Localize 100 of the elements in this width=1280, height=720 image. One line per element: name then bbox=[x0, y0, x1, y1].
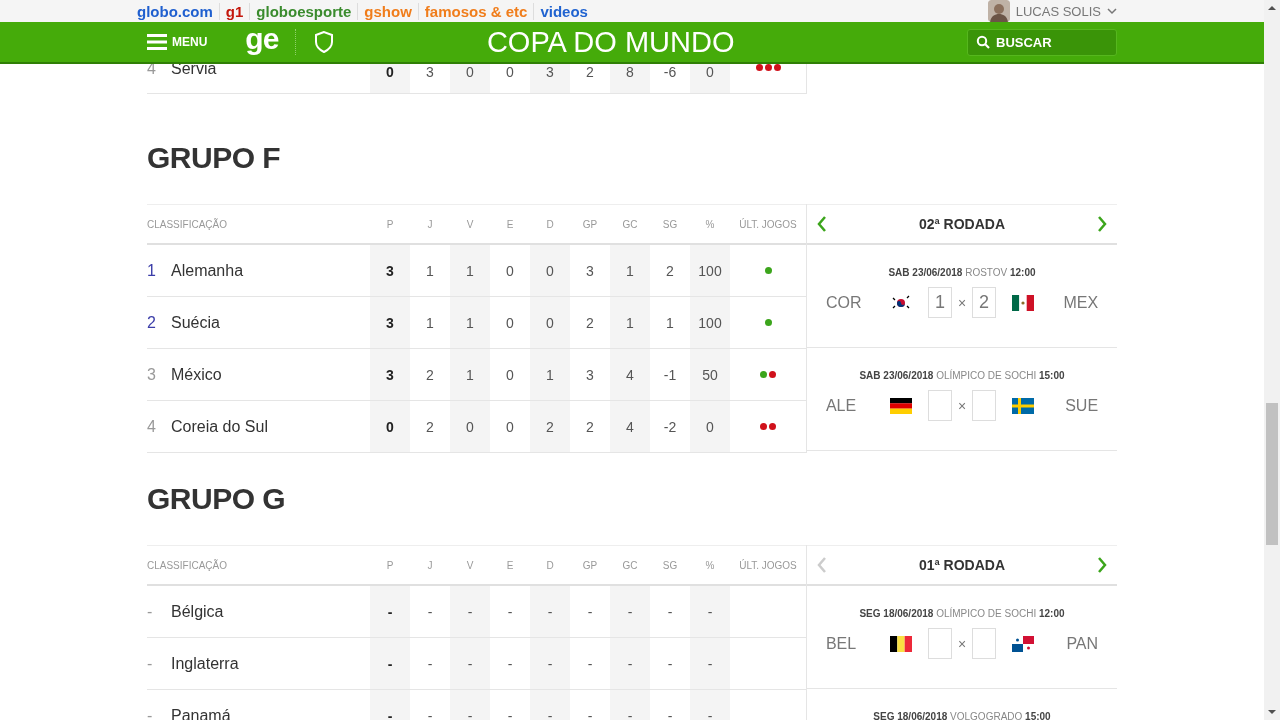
score-field[interactable] bbox=[972, 628, 997, 659]
table-cell-text: - bbox=[586, 602, 594, 622]
table-cell-text: 3 bbox=[585, 261, 595, 281]
table-cell-text: 2 bbox=[425, 417, 435, 437]
table-cell: 1 bbox=[530, 349, 570, 400]
team-name: Coreia do Sul bbox=[171, 417, 268, 436]
table-cell-text: - bbox=[506, 654, 514, 674]
portal-link[interactable]: videos bbox=[533, 2, 594, 20]
score-field[interactable] bbox=[972, 390, 997, 421]
table-cell-text: - bbox=[506, 706, 514, 720]
column-header: ÚLT. JOGOS bbox=[738, 218, 798, 230]
table-cell: - bbox=[690, 690, 730, 720]
table-cell: 100 bbox=[690, 297, 730, 348]
column-header: J bbox=[426, 559, 434, 571]
table-cell-text: - bbox=[506, 602, 514, 622]
table-cell: 0 bbox=[450, 64, 490, 93]
user-name[interactable]: LUCAS SOLIS bbox=[1015, 3, 1101, 19]
flag-icon bbox=[889, 635, 912, 652]
table-cell-text: 1 bbox=[425, 261, 435, 281]
table-cell-text: - bbox=[426, 706, 434, 720]
table-cell-text: -1 bbox=[662, 365, 678, 385]
table-cell-text: 2 bbox=[665, 261, 675, 281]
table-cell-text: 1 bbox=[665, 313, 675, 333]
table-cell: 3 bbox=[370, 297, 410, 348]
table-cell: 0 bbox=[530, 297, 570, 348]
table-cell-text: 0 bbox=[505, 417, 515, 437]
team-abbreviation: SUE bbox=[1064, 396, 1099, 415]
group-title: GRUPO F bbox=[147, 140, 282, 176]
table-cell: - bbox=[450, 586, 490, 637]
match-info: SAB 23/06/2018 OLÍMPICO DE SOCHI 15:00 bbox=[859, 370, 1065, 381]
score-field[interactable]: 1 bbox=[927, 287, 952, 318]
table-cell-text: -2 bbox=[662, 417, 678, 437]
avatar-icon[interactable] bbox=[987, 0, 1010, 22]
table-cell: 3 bbox=[530, 64, 570, 93]
column-header: P bbox=[385, 218, 395, 230]
table-cell: - bbox=[610, 586, 650, 637]
table-cell: 1 bbox=[450, 245, 490, 296]
column-header: % bbox=[704, 218, 716, 230]
position-number: - bbox=[147, 654, 154, 673]
table-cell-text: - bbox=[666, 706, 674, 720]
score-field[interactable] bbox=[927, 390, 952, 421]
table-cell-text: - bbox=[666, 654, 674, 674]
table-cell: - bbox=[370, 638, 410, 689]
table-cell-text: - bbox=[586, 706, 594, 720]
position-number: 2 bbox=[147, 313, 157, 332]
table-cell: 0 bbox=[530, 245, 570, 296]
table-cell-text: 3 bbox=[425, 64, 435, 82]
column-header: GC bbox=[621, 559, 639, 571]
score-field[interactable] bbox=[927, 628, 952, 659]
table-cell-text: - bbox=[666, 602, 674, 622]
table-cell-text: - bbox=[586, 654, 594, 674]
table-cell-text: 1 bbox=[425, 313, 435, 333]
table-cell: - bbox=[370, 690, 410, 720]
team-abbreviation: PAN bbox=[1065, 634, 1099, 653]
portal-link[interactable]: g1 bbox=[218, 2, 250, 20]
search-icon bbox=[976, 35, 990, 49]
table-cell: 0 bbox=[690, 401, 730, 452]
table-cell: - bbox=[690, 586, 730, 637]
round-label: 02ª RODADA bbox=[918, 216, 1006, 232]
round-label: 01ª RODADA bbox=[918, 557, 1006, 573]
column-header: GC bbox=[621, 218, 639, 230]
table-cell-text: 0 bbox=[505, 313, 515, 333]
portal-link[interactable]: gshow bbox=[357, 2, 418, 20]
table-cell-text: 2 bbox=[585, 64, 595, 82]
table-cell: - bbox=[610, 690, 650, 720]
table-cell-text: 2 bbox=[585, 417, 595, 437]
search-field[interactable]: BUSCAR bbox=[967, 28, 1117, 56]
portal-link[interactable]: globoesporte bbox=[249, 2, 358, 20]
table-cell: - bbox=[610, 638, 650, 689]
table-cell-text: - bbox=[426, 654, 434, 674]
shield-icon[interactable] bbox=[314, 30, 335, 54]
table-cell: 1 bbox=[610, 245, 650, 296]
team-abbreviation: COR bbox=[825, 293, 863, 312]
portal-link[interactable]: famosos & etc bbox=[417, 2, 534, 20]
score-field[interactable]: 2 bbox=[972, 287, 997, 318]
table-cell: 100 bbox=[690, 245, 730, 296]
menu-button[interactable]: MENU bbox=[147, 34, 208, 50]
logo[interactable]: ge bbox=[245, 22, 279, 62]
chevron-down-icon[interactable] bbox=[1107, 7, 1117, 15]
table-cell-text: - bbox=[426, 602, 434, 622]
table-cell: 50 bbox=[690, 349, 730, 400]
table-cell-text: 3 bbox=[585, 365, 595, 385]
table-cell: 1 bbox=[450, 349, 490, 400]
position-number: 1 bbox=[147, 261, 157, 280]
column-header: % bbox=[704, 559, 716, 571]
versus-sign: × bbox=[957, 397, 967, 414]
flag-icon bbox=[1012, 294, 1035, 311]
scrollbar[interactable] bbox=[1264, 0, 1280, 720]
position-number: - bbox=[147, 602, 154, 621]
column-header: V bbox=[465, 559, 475, 571]
table-cell: 4 bbox=[610, 349, 650, 400]
column-header: CLASSIFICAÇÃO bbox=[147, 218, 229, 230]
column-header: J bbox=[426, 218, 434, 230]
menu-icon[interactable] bbox=[147, 34, 167, 50]
team-abbreviation: MEX bbox=[1062, 293, 1099, 312]
team-abbreviation: BEL bbox=[825, 634, 858, 653]
column-header: D bbox=[545, 559, 555, 571]
table-cell-text: 0 bbox=[505, 261, 515, 281]
scroll-thumb[interactable] bbox=[1266, 403, 1278, 545]
portal-link[interactable]: globo.com bbox=[137, 2, 219, 20]
